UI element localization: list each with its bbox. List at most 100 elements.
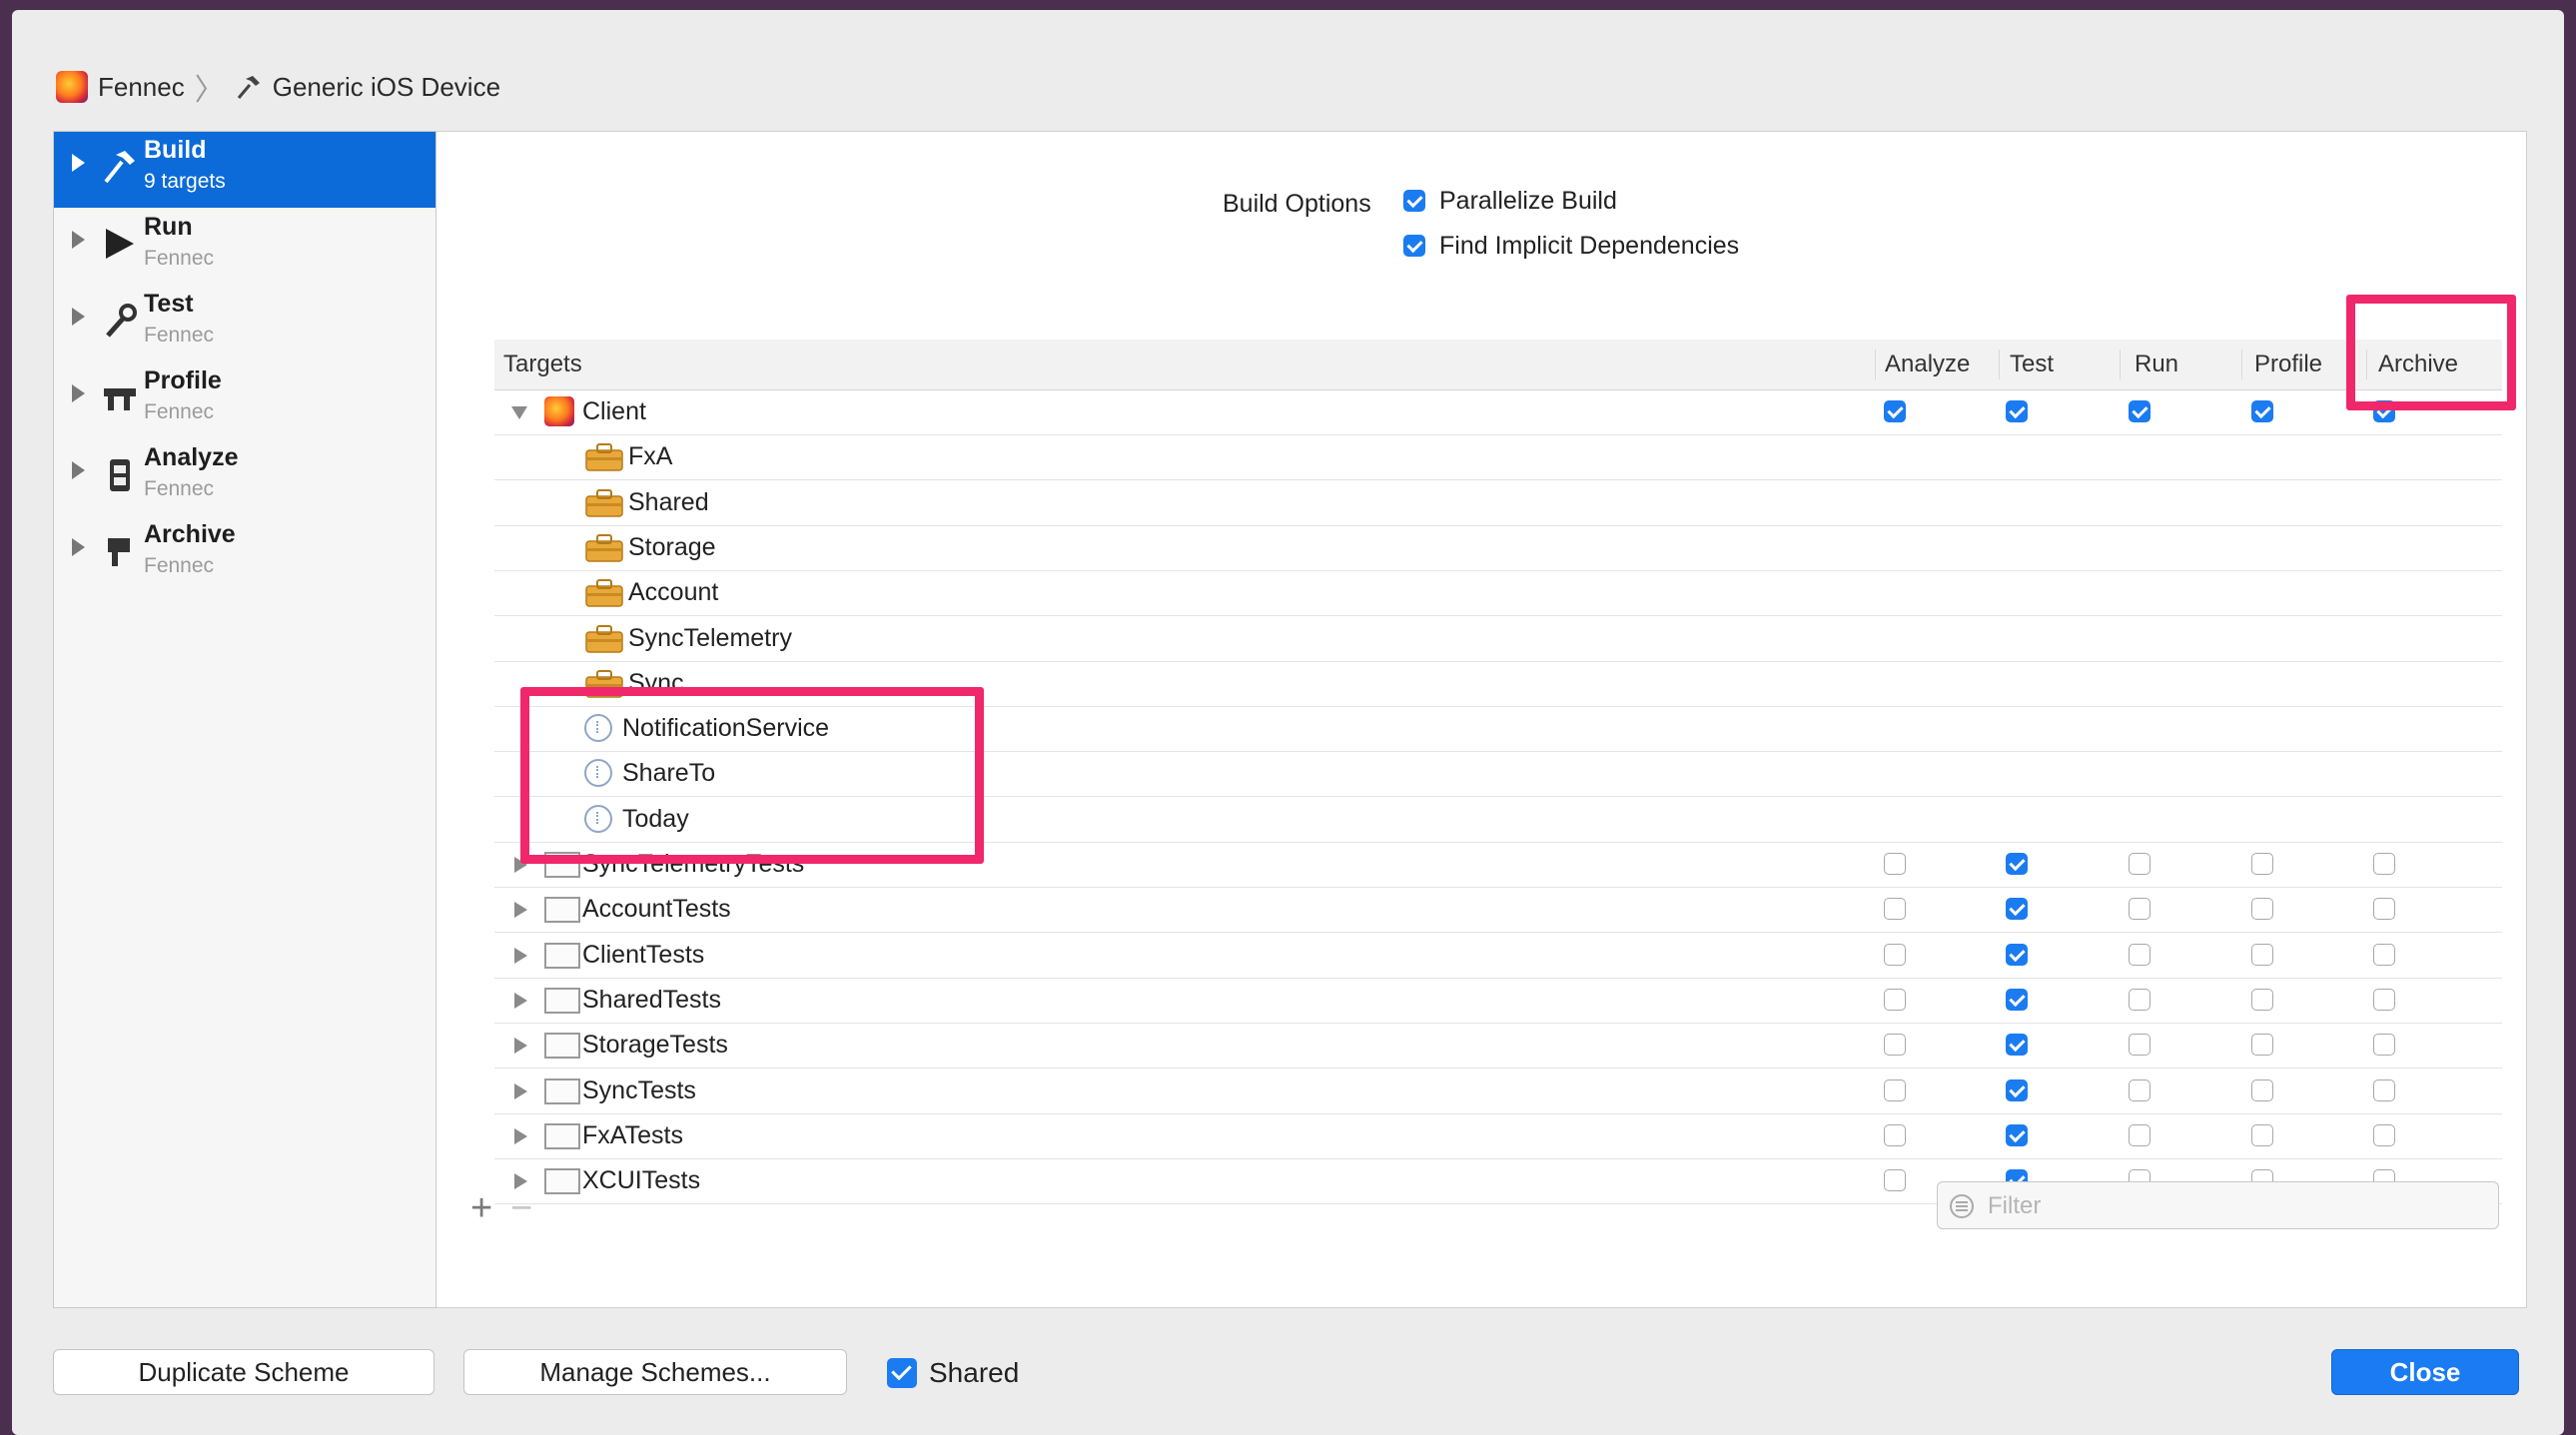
- profile-checkbox[interactable]: [2251, 943, 2273, 966]
- test-checkbox[interactable]: [2006, 943, 2028, 966]
- archive-checkbox[interactable]: [2373, 898, 2395, 921]
- filter-field[interactable]: [1937, 1181, 2499, 1229]
- run-checkbox[interactable]: [2129, 1078, 2150, 1101]
- filter-input[interactable]: [1986, 1188, 2479, 1224]
- run-checkbox[interactable]: [2129, 943, 2150, 966]
- profile-checkbox[interactable]: [2251, 988, 2273, 1011]
- table-row[interactable]: Account: [494, 570, 2502, 617]
- disclosure-triangle-icon[interactable]: [514, 992, 527, 1009]
- archive-checkbox[interactable]: [2373, 1034, 2395, 1057]
- archive-checkbox[interactable]: [2373, 988, 2395, 1011]
- profile-checkbox[interactable]: [2251, 853, 2273, 875]
- test-checkbox[interactable]: [2006, 988, 2028, 1011]
- add-target-button[interactable]: +: [470, 1187, 492, 1230]
- sidebar-item-analyze[interactable]: Analyze Fennec: [54, 439, 435, 515]
- disclosure-triangle-icon[interactable]: [514, 1038, 527, 1055]
- profile-checkbox[interactable]: [2251, 1078, 2273, 1101]
- duplicate-scheme-button[interactable]: Duplicate Scheme: [53, 1349, 434, 1395]
- manage-schemes-button[interactable]: Manage Schemes...: [463, 1349, 847, 1395]
- implicit-dependencies-checkbox[interactable]: [1403, 235, 1425, 257]
- column-divider: [1999, 350, 2000, 379]
- disclosure-triangle-icon[interactable]: [72, 154, 85, 172]
- table-row[interactable]: SyncTelemetry: [494, 616, 2502, 662]
- analyze-checkbox[interactable]: [1884, 898, 1906, 921]
- archive-checkbox[interactable]: [2373, 943, 2395, 966]
- sidebar-item-test[interactable]: Test Fennec: [54, 286, 435, 361]
- shared-checkbox[interactable]: [887, 1358, 917, 1388]
- table-row[interactable]: ClientTests: [494, 933, 2502, 979]
- breadcrumb: Fennec 〉 Generic iOS Device: [56, 60, 500, 114]
- archive-column-highlight: [2346, 295, 2516, 410]
- analyze-checkbox[interactable]: [1884, 1078, 1906, 1101]
- profile-checkbox[interactable]: [2251, 400, 2273, 422]
- profile-checkbox[interactable]: [2251, 1123, 2273, 1146]
- remove-target-button[interactable]: −: [510, 1187, 532, 1230]
- archive-checkbox[interactable]: [2373, 1078, 2395, 1101]
- disclosure-triangle-icon[interactable]: [514, 947, 527, 964]
- disclosure-triangle-icon[interactable]: [72, 538, 85, 556]
- analyze-checkbox[interactable]: [1884, 1169, 1906, 1192]
- analyze-checkbox[interactable]: [1884, 853, 1906, 875]
- header-analyze[interactable]: Analyze: [1885, 340, 1970, 389]
- targets-table-header: Targets Analyze Test Run Profile Archive: [494, 340, 2502, 390]
- run-checkbox[interactable]: [2129, 400, 2150, 422]
- run-checkbox[interactable]: [2129, 988, 2150, 1011]
- destination-name[interactable]: Generic iOS Device: [273, 72, 500, 103]
- sidebar-item-build[interactable]: Build 9 targets: [54, 132, 435, 208]
- disclosure-triangle-icon[interactable]: [72, 231, 85, 249]
- disclosure-triangle-icon[interactable]: [514, 1127, 527, 1144]
- table-row[interactable]: StorageTests: [494, 1023, 2502, 1070]
- table-row[interactable]: Storage: [494, 525, 2502, 571]
- analyze-checkbox[interactable]: [1884, 943, 1906, 966]
- archive-checkbox[interactable]: [2373, 1123, 2395, 1146]
- disclosure-triangle-icon[interactable]: [72, 308, 85, 326]
- target-name: FxA: [628, 442, 673, 471]
- disclosure-triangle-icon[interactable]: [72, 461, 85, 479]
- run-checkbox[interactable]: [2129, 1123, 2150, 1146]
- profile-checkbox[interactable]: [2251, 1034, 2273, 1057]
- disclosure-triangle-icon[interactable]: [511, 406, 527, 419]
- test-checkbox[interactable]: [2006, 853, 2028, 875]
- table-row[interactable]: Shared: [494, 480, 2502, 526]
- analyze-checkbox[interactable]: [1884, 1034, 1906, 1057]
- header-targets[interactable]: Targets: [503, 340, 582, 389]
- header-test[interactable]: Test: [2010, 340, 2054, 389]
- analyze-checkbox[interactable]: [1884, 1123, 1906, 1146]
- table-row[interactable]: FxATests: [494, 1113, 2502, 1159]
- table-row[interactable]: SharedTests: [494, 978, 2502, 1024]
- test-bundle-icon: [544, 987, 580, 1014]
- test-checkbox[interactable]: [2006, 1123, 2028, 1146]
- header-profile[interactable]: Profile: [2254, 340, 2322, 389]
- parallelize-build-checkbox[interactable]: [1403, 190, 1425, 212]
- archive-checkbox[interactable]: [2373, 853, 2395, 875]
- run-checkbox[interactable]: [2129, 853, 2150, 875]
- disclosure-triangle-icon[interactable]: [514, 1082, 527, 1099]
- test-checkbox[interactable]: [2006, 898, 2028, 921]
- close-button[interactable]: Close: [2331, 1349, 2519, 1395]
- table-row[interactable]: Client: [494, 389, 2502, 435]
- header-run[interactable]: Run: [2135, 340, 2178, 389]
- disclosure-triangle-icon[interactable]: [514, 902, 527, 919]
- test-checkbox[interactable]: [2006, 1078, 2028, 1101]
- run-checkbox[interactable]: [2129, 1034, 2150, 1057]
- disclosure-triangle-icon[interactable]: [72, 384, 85, 402]
- implicit-dependencies-label: Find Implicit Dependencies: [1439, 231, 1740, 260]
- table-row[interactable]: AccountTests: [494, 887, 2502, 934]
- scheme-name[interactable]: Fennec: [98, 72, 185, 103]
- parallelize-build-option[interactable]: Parallelize Build: [1403, 184, 1617, 218]
- run-checkbox[interactable]: [2129, 898, 2150, 921]
- analyze-checkbox[interactable]: [1884, 988, 1906, 1011]
- play-icon: [106, 229, 134, 259]
- sidebar-item-run[interactable]: Run Fennec: [54, 209, 435, 285]
- implicit-dependencies-option[interactable]: Find Implicit Dependencies: [1403, 229, 1739, 263]
- sidebar-item-profile[interactable]: Profile Fennec: [54, 362, 435, 438]
- shared-option[interactable]: Shared: [887, 1357, 1019, 1389]
- test-checkbox[interactable]: [2006, 400, 2028, 422]
- table-row[interactable]: FxA: [494, 434, 2502, 481]
- sidebar-item-archive[interactable]: Archive Fennec: [54, 516, 435, 592]
- analyze-checkbox[interactable]: [1884, 400, 1906, 422]
- analyze-icon: [110, 459, 130, 491]
- test-checkbox[interactable]: [2006, 1034, 2028, 1057]
- profile-checkbox[interactable]: [2251, 898, 2273, 921]
- table-row[interactable]: SyncTests: [494, 1069, 2502, 1114]
